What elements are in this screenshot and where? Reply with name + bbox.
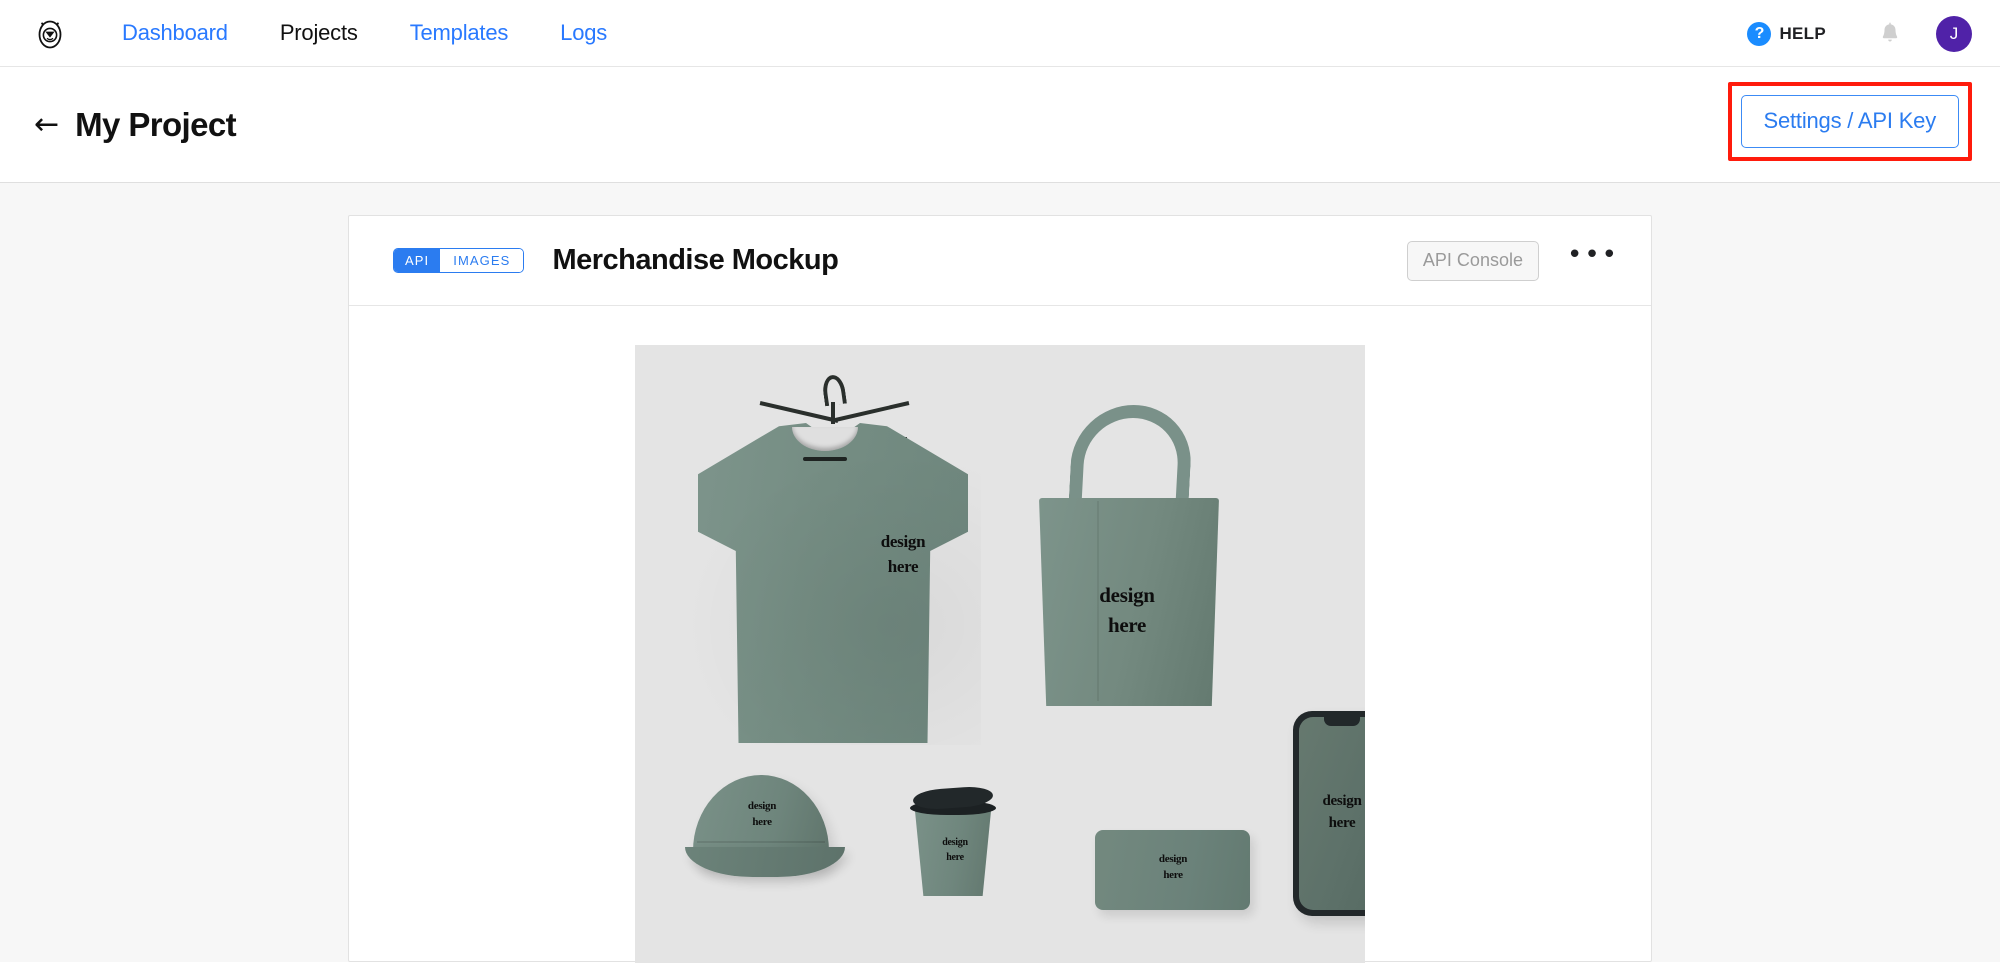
page-title: My Project (75, 105, 237, 143)
merchandise-mockup-image[interactable]: design here design here design here desi… (635, 345, 1365, 963)
mockup-item-phone: design here (1293, 711, 1365, 926)
mockup-item-cap: design here (683, 775, 853, 895)
mockup-card-header: API IMAGES Merchandise Mockup API Consol… (349, 216, 1651, 306)
mockup-item-tshirt: design here (673, 373, 993, 755)
nav-link-logs[interactable]: Logs (534, 20, 633, 46)
cap-seam-shape (697, 841, 825, 843)
phone-notch-shape (1324, 717, 1360, 726)
top-navigation-bar: Dashboard Projects Templates Logs ? HELP… (0, 0, 2000, 67)
nav-link-projects[interactable]: Projects (254, 20, 384, 46)
mockup-item-tote-bag: design here (1033, 405, 1273, 715)
app-logo-icon[interactable] (30, 13, 70, 53)
mockup-card-body: design here design here design here desi… (349, 306, 1651, 963)
arrow-left-icon[interactable]: ← (34, 109, 59, 140)
avatar-initial: J (1949, 24, 1959, 43)
help-button[interactable]: ? HELP (1737, 18, 1836, 50)
bell-icon (1882, 22, 1898, 41)
tshirt-tag-shape (803, 457, 847, 461)
top-navigation-actions: ? HELP J (1737, 0, 1972, 67)
project-header-bar: ← My Project Settings / API Key (0, 67, 2000, 183)
api-images-badge[interactable]: API IMAGES (393, 248, 525, 273)
settings-api-key-button[interactable]: Settings / API Key (1740, 95, 1959, 148)
nav-link-templates[interactable]: Templates (384, 20, 534, 46)
badge-images-label: IMAGES (440, 249, 524, 272)
nav-link-dashboard[interactable]: Dashboard (96, 20, 254, 46)
ellipsis-icon[interactable]: ••• (1561, 242, 1625, 274)
cap-brim-shape (685, 847, 845, 877)
page-content-area: API IMAGES Merchandise Mockup API Consol… (0, 183, 2000, 963)
user-avatar[interactable]: J (1936, 15, 1972, 52)
tote-body-shape (1039, 498, 1219, 706)
hanger-right-shape (830, 401, 910, 423)
business-card-shape (1095, 830, 1250, 910)
tote-handle-shape (1068, 405, 1194, 509)
cup-body-shape (915, 811, 991, 896)
mockup-card: API IMAGES Merchandise Mockup API Consol… (348, 215, 1652, 963)
mockup-item-business-card: design here (1095, 830, 1255, 920)
phone-screen-shape (1299, 717, 1365, 910)
mockup-card-actions: API Console ••• (1406, 216, 1625, 305)
help-label: HELP (1779, 23, 1826, 43)
settings-button-highlight: Settings / API Key (1727, 82, 1972, 161)
tshirt-shadow-shape (681, 445, 981, 745)
tote-fold-shape (1097, 501, 1099, 701)
mockup-item-coffee-cup: design here (909, 785, 999, 900)
primary-nav-links: Dashboard Projects Templates Logs (96, 20, 633, 46)
notifications-button[interactable] (1870, 14, 1910, 54)
badge-api-label: API (394, 249, 441, 272)
mockup-card-title: Merchandise Mockup (552, 244, 839, 276)
api-console-button[interactable]: API Console (1406, 240, 1539, 281)
question-mark-icon: ? (1747, 21, 1772, 46)
